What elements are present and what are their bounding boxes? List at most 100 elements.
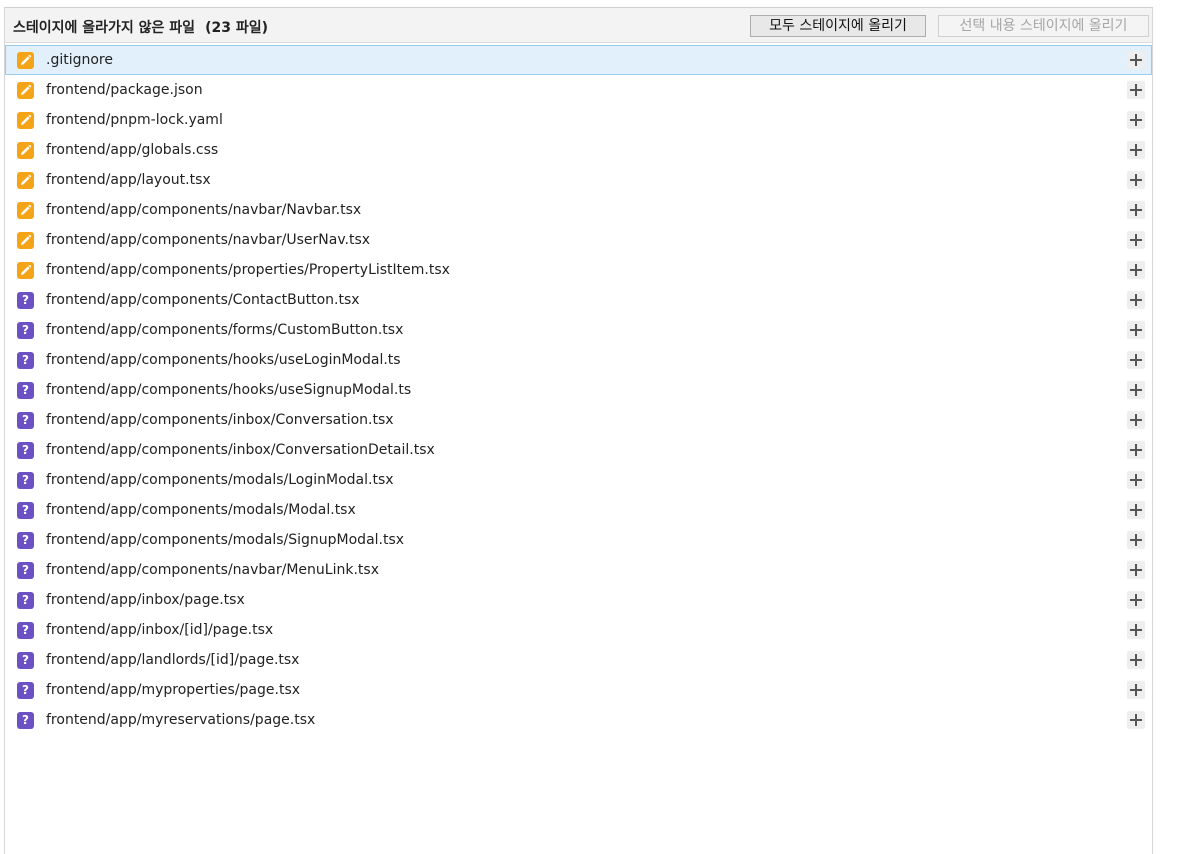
stage-file-plus-icon[interactable] xyxy=(1127,471,1145,489)
stage-file-plus-icon[interactable] xyxy=(1127,651,1145,669)
panel-header: 스테이지에 올라가지 않은 파일 (23 파일) 모두 스테이지에 올리기 선택 … xyxy=(5,8,1152,43)
pencil-icon xyxy=(17,52,34,69)
file-path: frontend/package.json xyxy=(46,82,203,98)
stage-file-plus-icon[interactable] xyxy=(1127,681,1145,699)
question-icon: ? xyxy=(17,532,34,549)
file-path: frontend/app/globals.css xyxy=(46,142,219,158)
file-row[interactable]: frontend/app/globals.css xyxy=(5,135,1152,165)
file-row[interactable]: ? frontend/app/myproperties/page.tsx xyxy=(5,675,1152,705)
file-path: frontend/app/components/modals/LoginModa… xyxy=(46,472,394,488)
file-path: frontend/app/components/modals/SignupMod… xyxy=(46,532,405,548)
question-icon: ? xyxy=(17,622,34,639)
file-row[interactable]: ? frontend/app/components/forms/CustomBut… xyxy=(5,315,1152,345)
file-row[interactable]: .gitignore xyxy=(5,45,1152,75)
stage-file-plus-icon[interactable] xyxy=(1127,711,1145,729)
file-row[interactable]: ? frontend/app/components/inbox/Conversat… xyxy=(5,405,1152,435)
stage-file-plus-icon[interactable] xyxy=(1127,381,1145,399)
file-row[interactable]: ? frontend/app/components/ContactButton.t… xyxy=(5,285,1152,315)
file-row[interactable]: ? frontend/app/inbox/[id]/page.tsx xyxy=(5,615,1152,645)
file-row[interactable]: ? frontend/app/myreservations/page.tsx xyxy=(5,705,1152,735)
panel-title: 스테이지에 올라가지 않은 파일 (23 파일) xyxy=(13,17,268,37)
stage-file-plus-icon[interactable] xyxy=(1127,591,1145,609)
file-row[interactable]: ? frontend/app/components/hooks/useSignup… xyxy=(5,375,1152,405)
stage-file-plus-icon[interactable] xyxy=(1127,201,1145,219)
stage-file-plus-icon[interactable] xyxy=(1127,351,1145,369)
file-row[interactable]: frontend/app/components/properties/Prope… xyxy=(5,255,1152,285)
file-row[interactable]: ? frontend/app/landlords/[id]/page.tsx xyxy=(5,645,1152,675)
file-path: frontend/app/components/properties/Prope… xyxy=(46,262,450,278)
question-icon: ? xyxy=(17,562,34,579)
stage-file-plus-icon[interactable] xyxy=(1127,501,1145,519)
question-icon: ? xyxy=(17,322,34,339)
stage-all-button[interactable]: 모두 스테이지에 올리기 xyxy=(750,15,926,37)
file-row[interactable]: ? frontend/app/components/modals/LoginMod… xyxy=(5,465,1152,495)
file-path: frontend/pnpm-lock.yaml xyxy=(46,112,223,128)
file-row[interactable]: ? frontend/app/components/modals/Modal.ts… xyxy=(5,495,1152,525)
file-path: frontend/app/components/inbox/Conversati… xyxy=(46,442,435,458)
file-path: frontend/app/myreservations/page.tsx xyxy=(46,712,316,728)
file-path: frontend/app/components/hooks/useSignupM… xyxy=(46,382,412,398)
file-path: frontend/app/inbox/page.tsx xyxy=(46,592,245,608)
file-row[interactable]: frontend/app/components/navbar/UserNav.t… xyxy=(5,225,1152,255)
stage-file-plus-icon[interactable] xyxy=(1127,81,1145,99)
question-icon: ? xyxy=(17,442,34,459)
file-row[interactable]: frontend/package.json xyxy=(5,75,1152,105)
file-count: (23 파일) xyxy=(205,20,268,36)
file-path: frontend/app/components/forms/CustomButt… xyxy=(46,322,404,338)
file-list: .gitignore frontend/package.json frontend/… xyxy=(5,45,1152,735)
question-icon: ? xyxy=(17,352,34,369)
file-path: frontend/app/components/inbox/Conversati… xyxy=(46,412,394,428)
file-path: frontend/app/components/hooks/useLoginMo… xyxy=(46,352,401,368)
question-icon: ? xyxy=(17,502,34,519)
stage-file-plus-icon[interactable] xyxy=(1127,111,1145,129)
file-row[interactable]: ? frontend/app/inbox/page.tsx xyxy=(5,585,1152,615)
pencil-icon xyxy=(17,202,34,219)
pencil-icon xyxy=(17,262,34,279)
file-path: frontend/app/components/modals/Modal.tsx xyxy=(46,502,356,518)
file-path: frontend/app/layout.tsx xyxy=(46,172,211,188)
file-row[interactable]: frontend/app/components/navbar/Navbar.ts… xyxy=(5,195,1152,225)
file-path: frontend/app/myproperties/page.tsx xyxy=(46,682,301,698)
panel-title-text: 스테이지에 올라가지 않은 파일 xyxy=(13,20,196,36)
file-row[interactable]: ? frontend/app/components/modals/SignupMo… xyxy=(5,525,1152,555)
file-row[interactable]: ? frontend/app/components/navbar/MenuLink… xyxy=(5,555,1152,585)
stage-file-plus-icon[interactable] xyxy=(1127,261,1145,279)
stage-file-plus-icon[interactable] xyxy=(1127,621,1145,639)
stage-selected-button[interactable]: 선택 내용 스테이지에 올리기 xyxy=(938,15,1149,37)
file-row[interactable]: ? frontend/app/components/hooks/useLoginM… xyxy=(5,345,1152,375)
pencil-icon xyxy=(17,112,34,129)
pencil-icon xyxy=(17,172,34,189)
file-row[interactable]: ? frontend/app/components/inbox/Conversat… xyxy=(5,435,1152,465)
file-path: frontend/app/components/navbar/UserNav.t… xyxy=(46,232,371,248)
question-icon: ? xyxy=(17,412,34,429)
file-path: frontend/app/components/navbar/Navbar.ts… xyxy=(46,202,362,218)
stage-file-plus-icon[interactable] xyxy=(1127,531,1145,549)
question-icon: ? xyxy=(17,472,34,489)
stage-file-plus-icon[interactable] xyxy=(1127,411,1145,429)
stage-file-plus-icon[interactable] xyxy=(1127,291,1145,309)
question-icon: ? xyxy=(17,652,34,669)
file-path: frontend/app/landlords/[id]/page.tsx xyxy=(46,652,300,668)
question-icon: ? xyxy=(17,292,34,309)
stage-file-plus-icon[interactable] xyxy=(1127,231,1145,249)
file-path: .gitignore xyxy=(46,52,113,68)
stage-file-plus-icon[interactable] xyxy=(1127,171,1145,189)
pencil-icon xyxy=(17,232,34,249)
stage-file-plus-icon[interactable] xyxy=(1127,441,1145,459)
file-path: frontend/app/inbox/[id]/page.tsx xyxy=(46,622,274,638)
question-icon: ? xyxy=(17,712,34,729)
pencil-icon xyxy=(17,82,34,99)
question-icon: ? xyxy=(17,592,34,609)
question-icon: ? xyxy=(17,382,34,399)
stage-file-plus-icon[interactable] xyxy=(1127,51,1145,69)
file-path: frontend/app/components/navbar/MenuLink.… xyxy=(46,562,379,578)
stage-file-plus-icon[interactable] xyxy=(1127,321,1145,339)
file-path: frontend/app/components/ContactButton.ts… xyxy=(46,292,360,308)
file-row[interactable]: frontend/pnpm-lock.yaml xyxy=(5,105,1152,135)
stage-file-plus-icon[interactable] xyxy=(1127,141,1145,159)
pencil-icon xyxy=(17,142,34,159)
unstaged-files-panel: 스테이지에 올라가지 않은 파일 (23 파일) 모두 스테이지에 올리기 선택 … xyxy=(4,7,1153,854)
stage-file-plus-icon[interactable] xyxy=(1127,561,1145,579)
file-row[interactable]: frontend/app/layout.tsx xyxy=(5,165,1152,195)
question-icon: ? xyxy=(17,682,34,699)
